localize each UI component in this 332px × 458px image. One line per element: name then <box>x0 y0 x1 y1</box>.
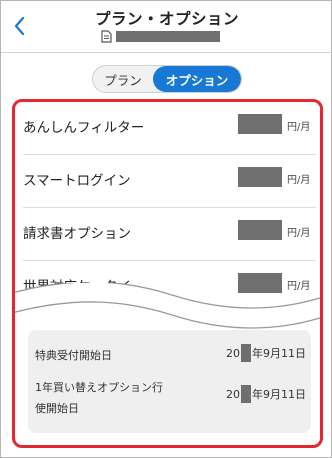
replace-option-label-line1: 1年買い替えオプション行 <box>35 381 163 394</box>
price-unit: 円/月 <box>287 175 311 186</box>
redacted-price <box>238 167 282 187</box>
option-row-smart-login[interactable]: スマートログイン 円/月 <box>23 155 316 208</box>
redacted-year <box>241 344 251 362</box>
option-name: スマートログイン <box>23 173 131 189</box>
document-icon <box>101 29 112 43</box>
replace-option-label-line2: 使開始日 <box>35 402 79 415</box>
omission-wave-divider <box>15 283 320 329</box>
page-title: プラン・オプション <box>94 10 239 28</box>
special-start-label: 特典受付開始日 <box>35 349 112 362</box>
replace-option-date: 20 年9月11日 <box>226 385 306 403</box>
redacted-year <box>241 385 251 403</box>
option-name: あんしんフィルター <box>23 120 145 136</box>
option-name: 請求書オプション <box>23 226 131 242</box>
price-unit: 円/月 <box>287 228 311 239</box>
date-info-box: 特典受付開始日 20 年9月11日 1年買い替えオプション行 使開始日 20 年… <box>28 330 311 433</box>
header: プラン・オプション <box>1 1 332 53</box>
screen-frame: プラン・オプション プラン オプション あんしんフィルター 円/月 スマートログ… <box>0 0 332 458</box>
contract-line <box>101 29 220 43</box>
tab-plan[interactable]: プラン <box>93 66 153 92</box>
special-start-date: 20 年9月11日 <box>226 344 306 362</box>
redacted-phone-number <box>116 30 220 42</box>
price-unit: 円/月 <box>287 122 311 133</box>
redacted-price <box>238 114 282 134</box>
option-list-highlight: あんしんフィルター 円/月 スマートログイン 円/月 請求書オプション 円/月 … <box>12 99 323 448</box>
plan-option-toggle: プラン オプション <box>92 65 242 93</box>
redacted-price <box>238 220 282 240</box>
option-row-filter[interactable]: あんしんフィルター 円/月 <box>23 102 316 155</box>
option-row-invoice[interactable]: 請求書オプション 円/月 <box>23 208 316 261</box>
tab-option[interactable]: オプション <box>153 66 241 92</box>
